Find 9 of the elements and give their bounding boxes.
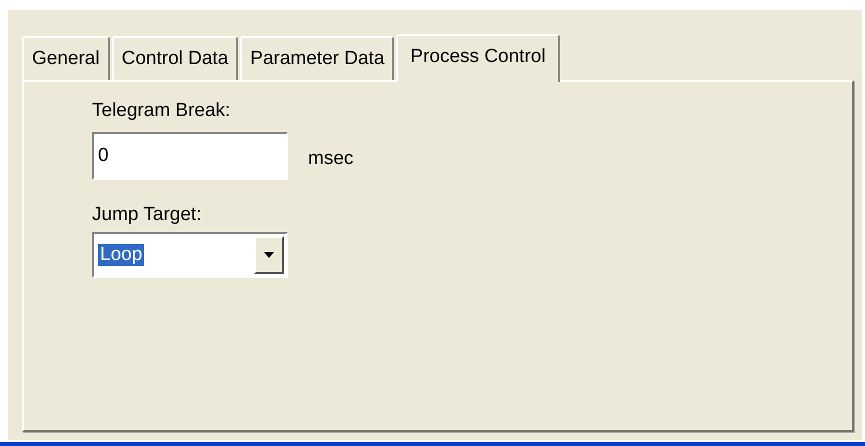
tab[interactable]: General [22, 36, 110, 80]
unit-label: msec [308, 148, 354, 170]
field-label: Jump Target: [92, 204, 202, 226]
input-field[interactable]: 0 [92, 132, 288, 180]
dropdown[interactable]: Loop [92, 232, 288, 278]
tab[interactable]: Control Data [112, 36, 238, 80]
tab[interactable]: Parameter Data [240, 36, 394, 80]
tab[interactable]: Process Control [396, 34, 560, 82]
field-label: Telegram Break: [92, 100, 230, 122]
